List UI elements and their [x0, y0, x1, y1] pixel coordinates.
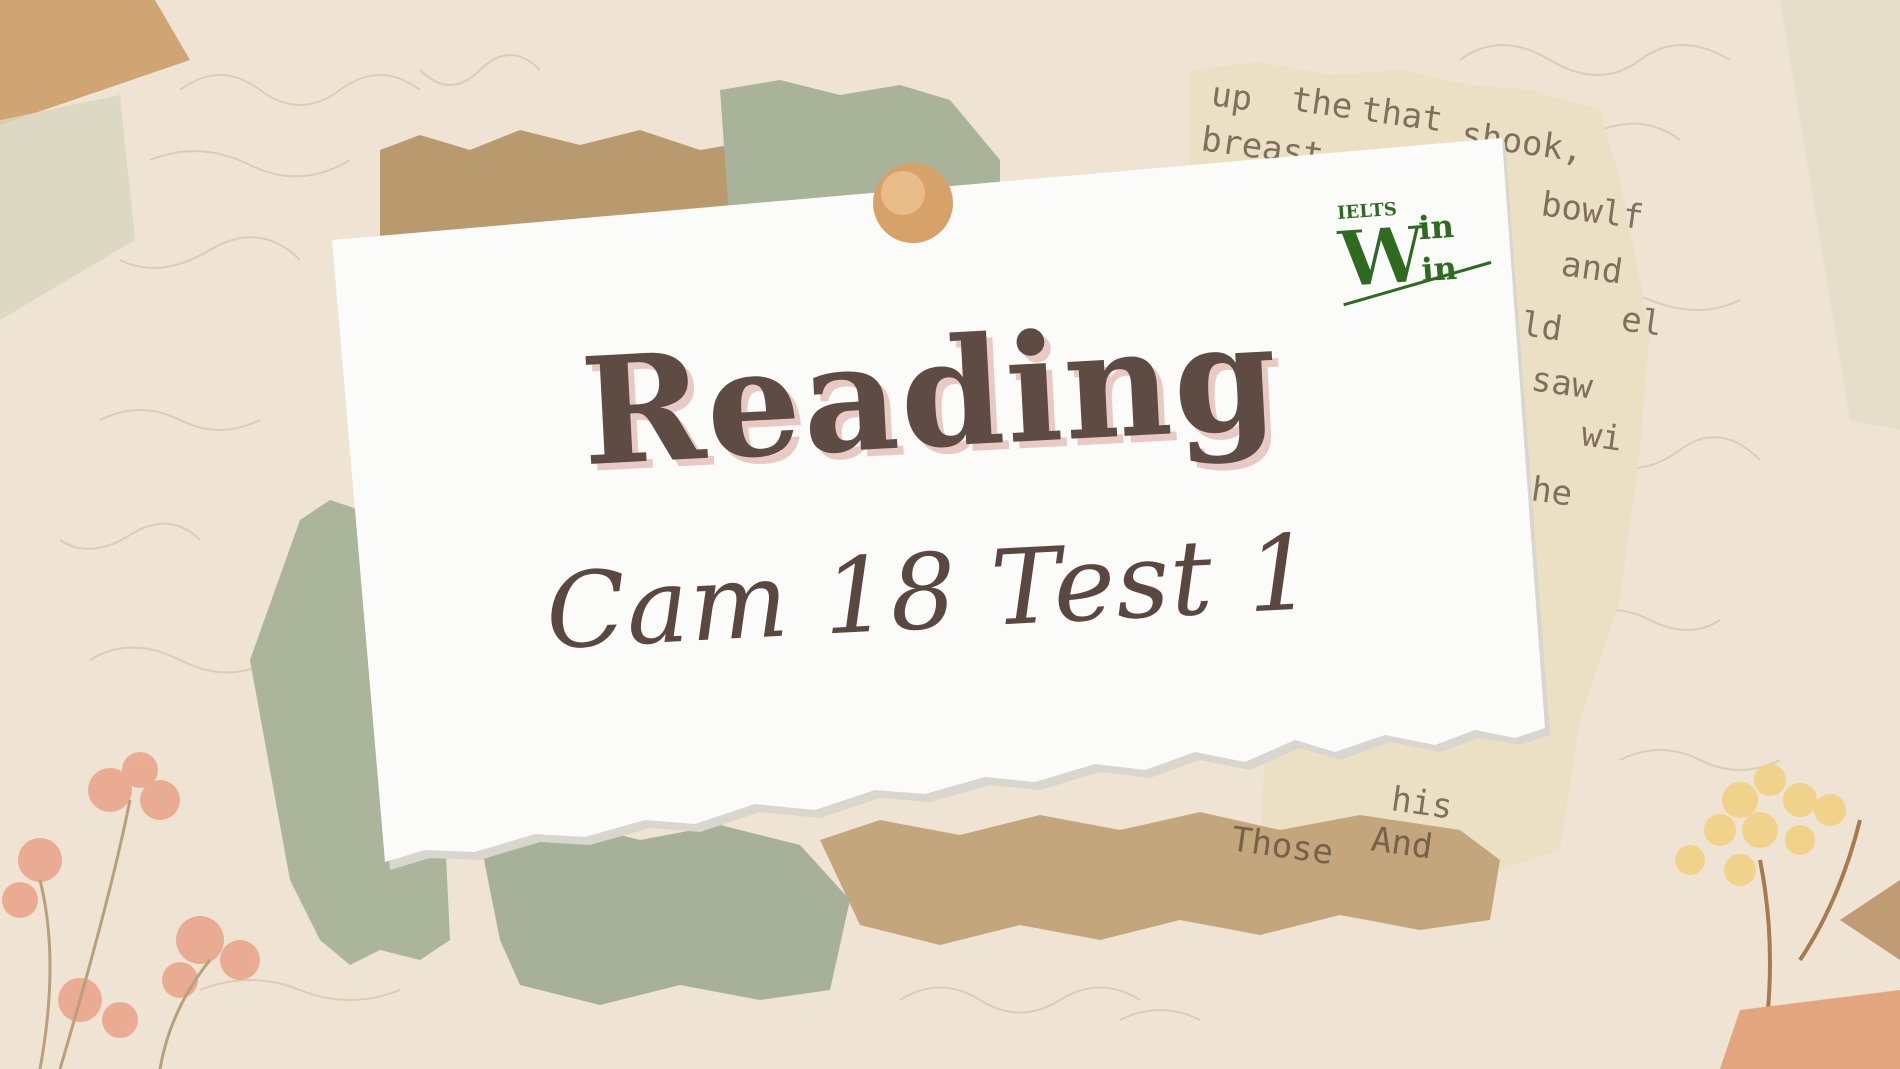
logo-in-bottom: in	[1420, 249, 1458, 289]
logo-w-letter: W	[1334, 209, 1430, 306]
logo-in-top: in	[1417, 207, 1455, 247]
